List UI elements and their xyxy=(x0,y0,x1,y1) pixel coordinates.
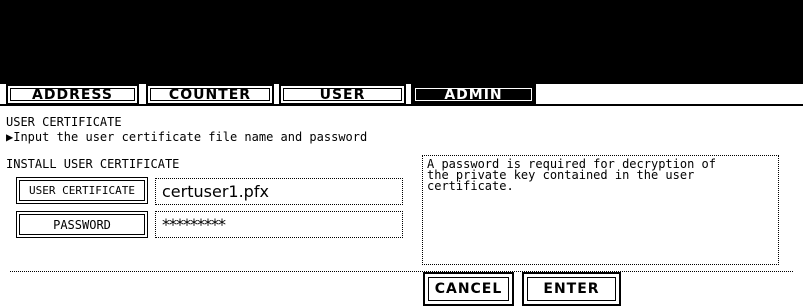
tab-user-label: USER xyxy=(319,86,366,103)
password-button-label: PASSWORD xyxy=(53,217,111,232)
tab-divider xyxy=(0,104,803,106)
cancel-button[interactable]: CANCEL xyxy=(423,272,514,306)
tab-address-label: ADDRESS xyxy=(32,86,113,103)
password-button[interactable]: PASSWORD xyxy=(16,211,148,238)
user-certificate-button[interactable]: USER CERTIFICATE xyxy=(16,177,148,204)
footer-separator xyxy=(10,271,793,272)
user-certificate-button-label: USER CERTIFICATE xyxy=(29,184,135,197)
enter-button-label: ENTER xyxy=(543,281,600,297)
enter-button[interactable]: ENTER xyxy=(522,272,621,306)
tab-address[interactable]: ADDRESS xyxy=(6,84,139,105)
certificate-file-field[interactable]: certuser1.pfx xyxy=(155,178,403,205)
screen-title: USER CERTIFICATE xyxy=(6,115,122,129)
cancel-button-label: CANCEL xyxy=(434,281,503,297)
section-label: INSTALL USER CERTIFICATE xyxy=(6,157,180,171)
top-display-area xyxy=(0,0,803,84)
info-message-box: A password is required for decryption of… xyxy=(422,155,779,265)
tab-counter-label: COUNTER xyxy=(168,86,252,103)
password-field[interactable]: ********* xyxy=(155,211,403,238)
tab-counter[interactable]: COUNTER xyxy=(146,84,274,105)
instruction-text: ▶Input the user certificate file name an… xyxy=(6,130,368,144)
tab-admin[interactable]: ADMIN xyxy=(411,84,536,105)
tab-user[interactable]: USER xyxy=(279,84,406,105)
tab-admin-label: ADMIN xyxy=(444,86,503,103)
